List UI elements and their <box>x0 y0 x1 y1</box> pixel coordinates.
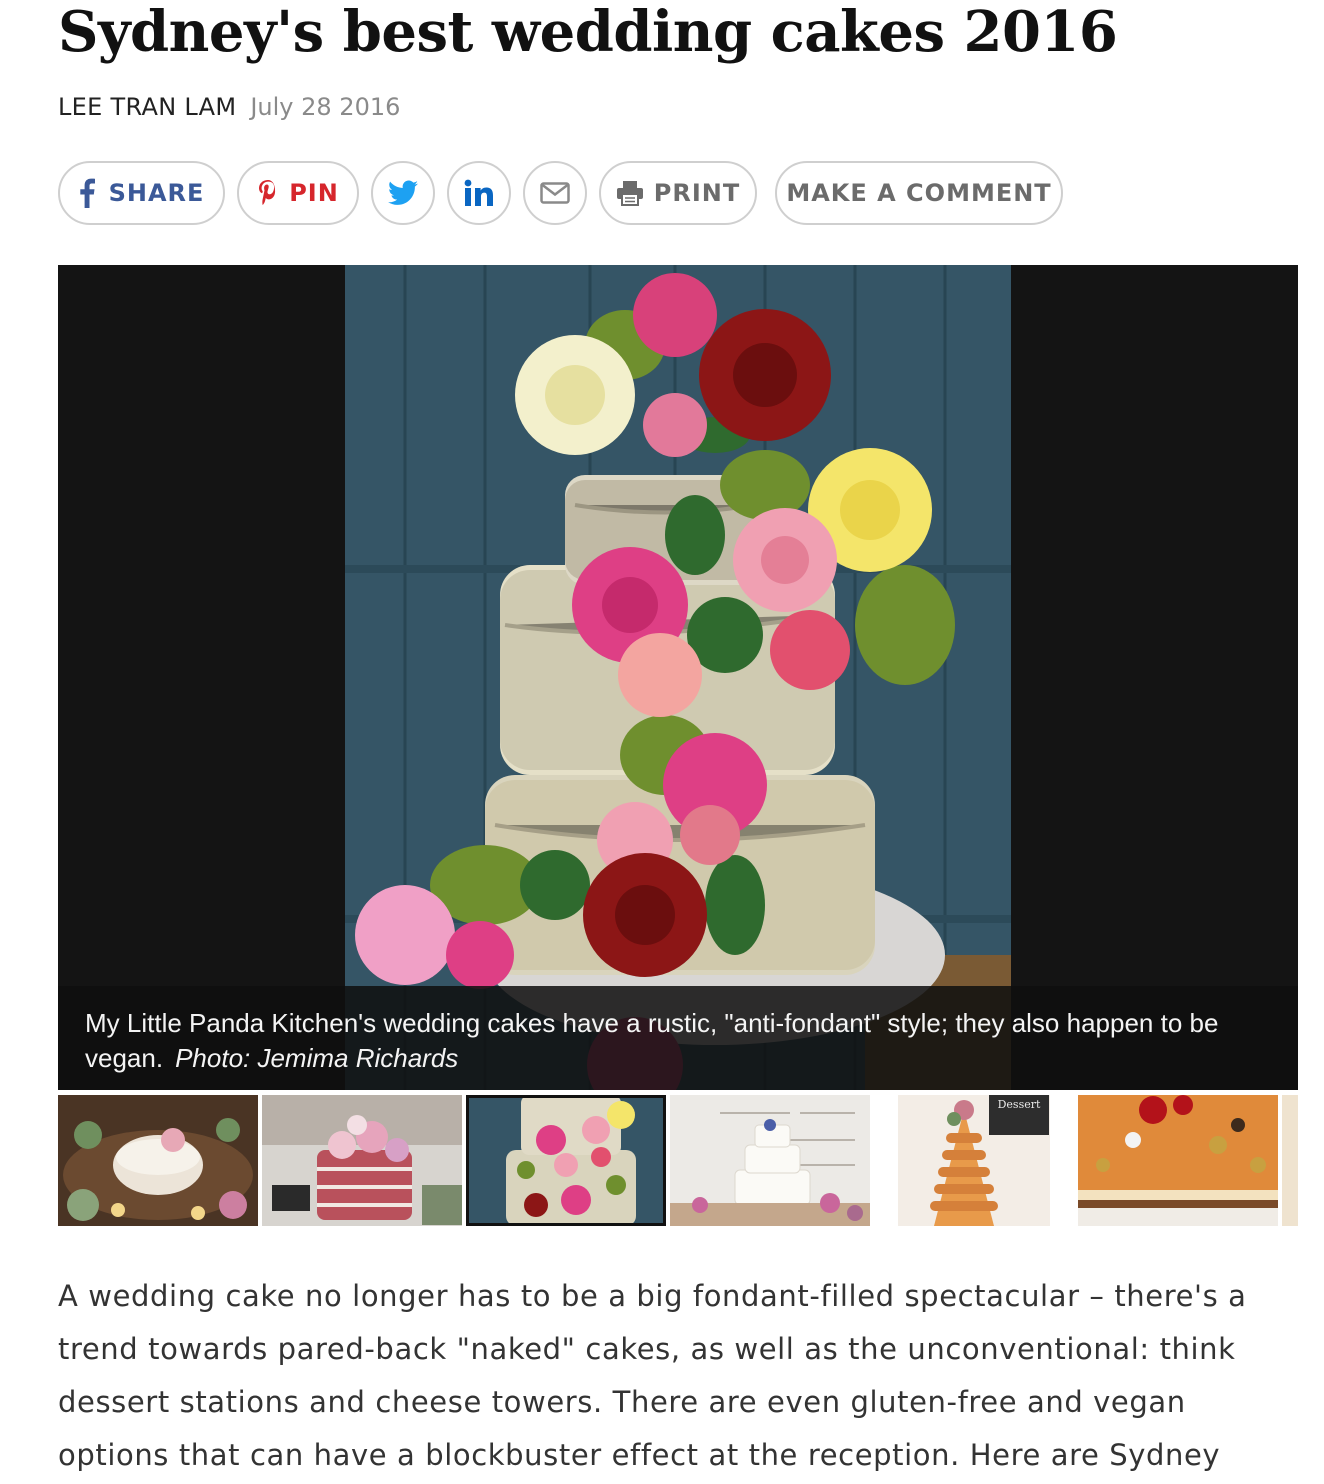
byline: LEE TRAN LAM July 28 2016 <box>58 92 400 122</box>
linkedin-share-button[interactable] <box>447 161 511 225</box>
twitter-share-button[interactable] <box>371 161 435 225</box>
twitter-icon <box>388 180 418 206</box>
thumbnail-dessert-slice[interactable] <box>1078 1095 1298 1226</box>
thumbnail-red-velvet-naked-cake[interactable] <box>262 1095 462 1226</box>
pinterest-pin-label: PIN <box>289 179 339 207</box>
linkedin-icon <box>464 179 494 207</box>
article-intro: A wedding cake no longer has to be a big… <box>58 1279 1247 1472</box>
article-title: Sydney's best wedding cakes 2016 <box>58 0 1118 65</box>
email-icon <box>540 182 570 204</box>
print-button[interactable]: PRINT <box>599 161 757 225</box>
thumbnail-cake-table[interactable] <box>58 1095 258 1226</box>
thumbnail-white-tiered-cake[interactable] <box>670 1095 870 1226</box>
pinterest-icon <box>257 179 279 207</box>
print-label: PRINT <box>653 179 741 207</box>
pinterest-pin-button[interactable]: PIN <box>237 161 359 225</box>
author-link[interactable]: LEE TRAN LAM <box>58 93 236 121</box>
thumbnail-strip: Dessert <box>58 1095 1298 1226</box>
make-comment-label: MAKE A COMMENT <box>786 179 1052 207</box>
dessert-sign-text: Dessert <box>998 1098 1041 1111</box>
gallery-main-photo <box>345 265 1011 1090</box>
publish-date: July 28 2016 <box>250 93 401 121</box>
thumbnail-flower-naked-cake[interactable] <box>466 1095 666 1226</box>
email-share-button[interactable] <box>523 161 587 225</box>
photo-gallery[interactable]: My Little Panda Kitchen's wedding cakes … <box>58 265 1298 1090</box>
thumbnail-macaron-tower[interactable]: Dessert <box>874 1095 1074 1226</box>
photo-caption: My Little Panda Kitchen's wedding cakes … <box>58 986 1298 1090</box>
print-icon <box>616 180 644 206</box>
facebook-icon <box>79 178 95 208</box>
photo-credit: Photo: Jemima Richards <box>175 1043 459 1073</box>
make-comment-button[interactable]: MAKE A COMMENT <box>775 161 1063 225</box>
facebook-share-button[interactable]: SHARE <box>58 161 225 225</box>
facebook-share-label: SHARE <box>108 179 205 207</box>
